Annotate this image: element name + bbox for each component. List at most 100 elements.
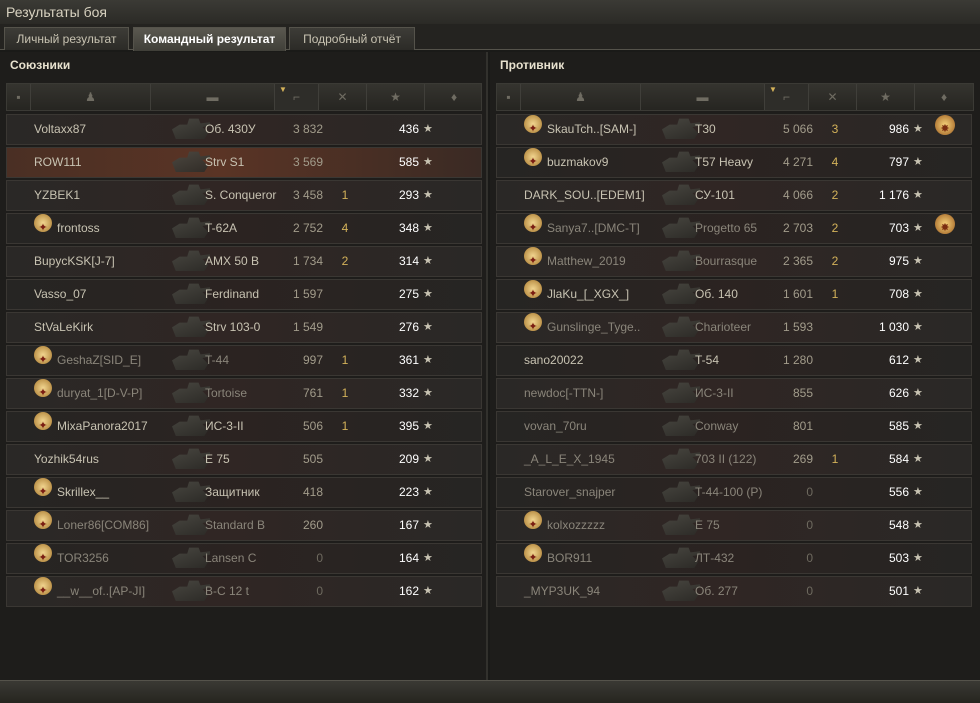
tank-icon[interactable]: ▬ [641,84,765,110]
player-name[interactable]: Voltaxx87 [34,115,86,144]
table-row[interactable]: YZBEK1 S. Conqueror 3 458 1 293 ★ [6,180,482,211]
player-name[interactable]: TOR3256 [57,544,109,573]
player-name[interactable]: sano20022 [524,346,583,375]
player-name[interactable]: Skrillex__ [57,478,109,507]
table-row[interactable]: Voltaxx87 Об. 430У 3 832 436 ★ [6,114,482,145]
table-row[interactable]: ✦ __w__of..[AP-JI] B-C 12 t 0 162 ★ [6,576,482,607]
player-name[interactable]: __w__of..[AP-JI] [57,577,145,606]
player-name[interactable]: DARK_SOU..[EDEM1] [524,181,645,210]
player-name[interactable]: JlaKu_[_XGX_] [547,280,629,309]
tank-icon[interactable]: ▬ [151,84,275,110]
table-row[interactable]: _MYP3UK_94 Об. 277 0 501 ★ [496,576,972,607]
player-name[interactable]: newdoc[-TTN-] [524,379,603,408]
table-row[interactable]: ROW111 Strv S1 3 569 585 ★ [6,147,482,178]
player-name[interactable]: kolxozzzzz [547,511,605,540]
achievement-medal-icon[interactable]: ✸ [935,214,955,234]
player-name[interactable]: ROW111 [34,148,82,177]
player-name[interactable]: Gunslinge_Tyge.. [547,313,640,342]
player-name[interactable]: BupycKSK[J-7] [34,247,115,276]
table-row[interactable]: ✦ kolxozzzzz E 75 0 548 ★ [496,510,972,541]
xp-star-icon: ★ [423,519,433,531]
table-row[interactable]: ✦ GeshaZ[SID_E] T-44 997 1 361 ★ [6,345,482,376]
table-row[interactable]: newdoc[-TTN-] ИС-3-II 855 626 ★ [496,378,972,409]
table-row[interactable]: ✦ JlaKu_[_XGX_] Об. 140 1 601 1 708 ★ [496,279,972,310]
table-row[interactable]: _A_L_E_X_1945 703 II (122) 269 1 584 ★ [496,444,972,475]
table-row[interactable]: DARK_SOU..[EDEM1] СУ-101 4 066 2 1 176 ★ [496,180,972,211]
table-row[interactable]: ✦ duryat_1[D-V-P] Tortoise 761 1 332 ★ [6,378,482,409]
xp-value: 314 [398,254,419,268]
xp-star-icon: ★ [423,552,433,564]
tank-name: B-C 12 t [205,584,250,598]
player-name[interactable]: buzmakov9 [547,148,608,177]
table-row[interactable]: ✦ MixaPanora2017 ИС-3-II 506 1 395 ★ [6,411,482,442]
player-badge-icon: ✦ [524,247,542,267]
player-name[interactable]: StVaLeKirk [34,313,93,342]
player-badge-icon: ✦ [524,148,542,168]
table-row[interactable]: StVaLeKirk Strv 103-0 1 549 276 ★ [6,312,482,343]
damage-icon[interactable]: ▼ ⌐ [765,84,809,110]
damage-icon[interactable]: ▼ ⌐ [275,84,319,110]
table-row[interactable]: ✦ Loner86[COM86] Standard B 260 167 ★ [6,510,482,541]
player-name[interactable]: GeshaZ[SID_E] [57,346,141,375]
xp-value: 276 [398,320,419,334]
table-row[interactable]: ✦ Sanya7..[DMC-T] Progetto 65 2 703 2 703 ★ ✸ [496,213,972,244]
player-name[interactable]: SkauTch..[SAM-] [547,115,636,144]
xp-star-icon: ★ [913,387,923,399]
player-name[interactable]: frontoss [57,214,100,243]
medal-icon[interactable]: ♦ [425,84,483,110]
xp-star-icon: ★ [913,420,923,432]
table-row[interactable]: ✦ SkauTch..[SAM-] T30 5 066 3 986 ★ ✸ [496,114,972,145]
xp-value: 167 [398,518,419,532]
player-name[interactable]: Vasso_07 [34,280,86,309]
player-name[interactable]: Loner86[COM86] [57,511,149,540]
allies-title: Союзники [10,58,71,72]
player-icon[interactable]: ♟ [31,84,151,110]
player-badge-icon: ✦ [34,577,52,597]
player-name[interactable]: MixaPanora2017 [57,412,148,441]
badge-icon[interactable]: ▪ [497,84,521,110]
kills-icon[interactable]: ✕ [809,84,857,110]
table-row[interactable]: ✦ Matthew_2019 Bourrasque 2 365 2 975 ★ [496,246,972,277]
player-name[interactable]: Sanya7..[DMC-T] [547,214,640,243]
player-name[interactable]: vovan_70ru [524,412,587,441]
tank-name: Об. 277 [695,584,738,598]
table-row[interactable]: ✦ Gunslinge_Tyge.. Charioteer 1 593 1 030 ★ [496,312,972,343]
table-row[interactable]: ✦ frontoss T-62A 2 752 4 348 ★ [6,213,482,244]
xp-star-icon[interactable]: ★ [857,84,915,110]
player-name[interactable]: YZBEK1 [34,181,80,210]
xp-star-icon: ★ [913,486,923,498]
player-icon[interactable]: ♟ [521,84,641,110]
badge-icon[interactable]: ▪ [7,84,31,110]
table-row[interactable]: BupycKSK[J-7] AMX 50 B 1 734 2 314 ★ [6,246,482,277]
player-name[interactable]: Starover_snajper [524,478,615,507]
tank-name: T-54 [695,353,720,367]
tank-name: Об. 140 [695,287,738,301]
tab-personal-result[interactable]: Личный результат [4,27,129,50]
table-row[interactable]: vovan_70ru Conway 801 585 ★ [496,411,972,442]
table-row[interactable]: ✦ Skrillex__ Защитник 418 223 ★ [6,477,482,508]
table-row[interactable]: ✦ buzmakov9 T57 Heavy 4 271 4 797 ★ [496,147,972,178]
table-row[interactable]: Starover_snajper T-44-100 (P) 0 556 ★ [496,477,972,508]
xp-star-icon: ★ [913,354,923,366]
player-name[interactable]: BOR911 [547,544,592,573]
achievement-medal-icon[interactable]: ✸ [935,115,955,135]
kills-icon[interactable]: ✕ [319,84,367,110]
tab-detailed-report[interactable]: Подробный отчёт [289,27,415,50]
medal-icon[interactable]: ♦ [915,84,973,110]
tank-name: Strv S1 [205,155,245,169]
xp-star-icon: ★ [913,552,923,564]
table-row[interactable]: sano20022 T-54 1 280 612 ★ [496,345,972,376]
player-name[interactable]: Matthew_2019 [547,247,626,276]
player-badge-icon: ✦ [524,511,542,531]
xp-star-icon[interactable]: ★ [367,84,425,110]
table-row[interactable]: ✦ BOR911 ЛТ-432 0 503 ★ [496,543,972,574]
player-name[interactable]: Yozhik54rus [34,445,99,474]
player-name[interactable]: _A_L_E_X_1945 [524,445,615,474]
player-name[interactable]: duryat_1[D-V-P] [57,379,142,408]
xp-star-icon: ★ [423,222,433,234]
tab-team-result[interactable]: Командный результат [133,27,286,51]
table-row[interactable]: Vasso_07 Ferdinand 1 597 275 ★ [6,279,482,310]
player-name[interactable]: _MYP3UK_94 [524,577,600,606]
table-row[interactable]: Yozhik54rus E 75 505 209 ★ [6,444,482,475]
table-row[interactable]: ✦ TOR3256 Lansen C 0 164 ★ [6,543,482,574]
